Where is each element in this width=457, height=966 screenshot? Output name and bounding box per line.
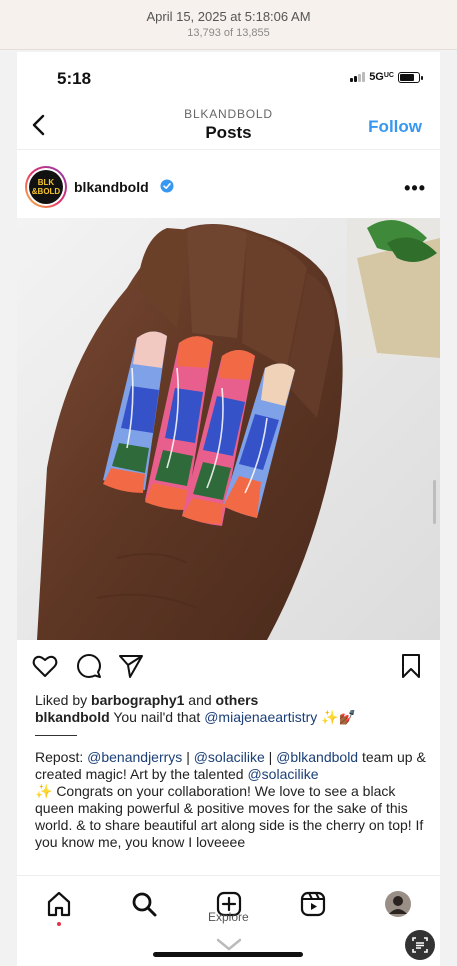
avatar-logo: BLK &BOLD	[29, 170, 63, 204]
likes-and: and	[188, 692, 212, 708]
repost-mention-solacilike[interactable]: @solacilike	[194, 749, 265, 765]
post-header: BLK &BOLD blkandbold •••	[17, 162, 440, 214]
photo-count: 13,793 of 13,855	[187, 27, 270, 39]
likes-others[interactable]: others	[216, 692, 259, 708]
heart-icon[interactable]	[31, 652, 59, 680]
battery-icon	[398, 71, 423, 83]
top-nav: BLKANDBOLD Posts Follow	[17, 102, 440, 150]
avatar[interactable]: BLK &BOLD	[25, 166, 67, 208]
post-actions	[17, 652, 440, 682]
caption-text: You nail'd that	[113, 709, 201, 725]
nail-art-photo	[17, 218, 440, 640]
home-indicator[interactable]	[153, 952, 303, 957]
network-label: 5G	[369, 71, 384, 83]
photo-date: April 15, 2025 at 5:18:06 AM	[146, 9, 311, 24]
post-username[interactable]: blkandbold	[74, 179, 149, 195]
comment-icon[interactable]	[75, 652, 103, 680]
profile-avatar-icon[interactable]	[384, 890, 412, 918]
repost-mention-solacilike-2[interactable]: @solacilike	[247, 766, 318, 782]
notification-dot	[57, 922, 61, 926]
repost-separator: |	[186, 749, 190, 765]
status-bar: 5:18 5G UC	[17, 52, 440, 102]
caption-emoji: ✨💅🏾	[321, 709, 357, 725]
bottom-nav: Explore	[17, 875, 440, 966]
bookmark-icon[interactable]	[397, 652, 425, 680]
repost-line: Repost: @benandjerrys | @solacilike | @b…	[35, 749, 427, 783]
caption-divider: ———	[35, 726, 77, 742]
verified-badge-icon	[160, 179, 174, 193]
scrollbar[interactable]	[433, 480, 436, 524]
repost-prefix: Repost:	[35, 749, 84, 765]
signal-icon	[350, 72, 366, 82]
explore-tooltip: Explore	[208, 910, 249, 924]
network-suffix: UC	[383, 71, 394, 79]
phone-screen: 5:18 5G UC BLKANDBOLD Posts Follow BLK &B…	[17, 52, 440, 966]
caption-body: ✨ Congrats on your collaboration! We lov…	[35, 783, 424, 850]
search-icon[interactable]	[130, 890, 158, 918]
repost-mention-benandjerrys[interactable]: @benandjerrys	[87, 749, 182, 765]
liked-by-user[interactable]: barbography1	[91, 692, 184, 708]
post-photo[interactable]	[17, 218, 440, 640]
repost-mention-blkandbold[interactable]: @blkandbold	[276, 749, 358, 765]
post-caption: Liked by barbography1 and others blkandb…	[35, 692, 427, 851]
caption-line: blkandbold You nail'd that @miajenaearti…	[35, 709, 427, 726]
more-horizontal-icon[interactable]: •••	[404, 178, 426, 199]
follow-button[interactable]: Follow	[368, 117, 422, 137]
caption-mention[interactable]: @miajenaeartistry	[204, 709, 317, 725]
live-text-icon[interactable]	[405, 930, 435, 960]
caption-author[interactable]: blkandbold	[35, 709, 110, 725]
likes-line: Liked by barbography1 and others	[35, 692, 427, 709]
status-icons: 5G UC	[350, 71, 423, 83]
status-time: 5:18	[57, 69, 92, 88]
photo-viewer-header: April 15, 2025 at 5:18:06 AM 13,793 of 1…	[0, 0, 457, 50]
reels-icon[interactable]	[299, 890, 327, 918]
send-icon[interactable]	[117, 652, 145, 680]
repost-separator: |	[268, 749, 273, 765]
likes-prefix: Liked by	[35, 692, 88, 708]
home-icon[interactable]	[45, 890, 73, 918]
